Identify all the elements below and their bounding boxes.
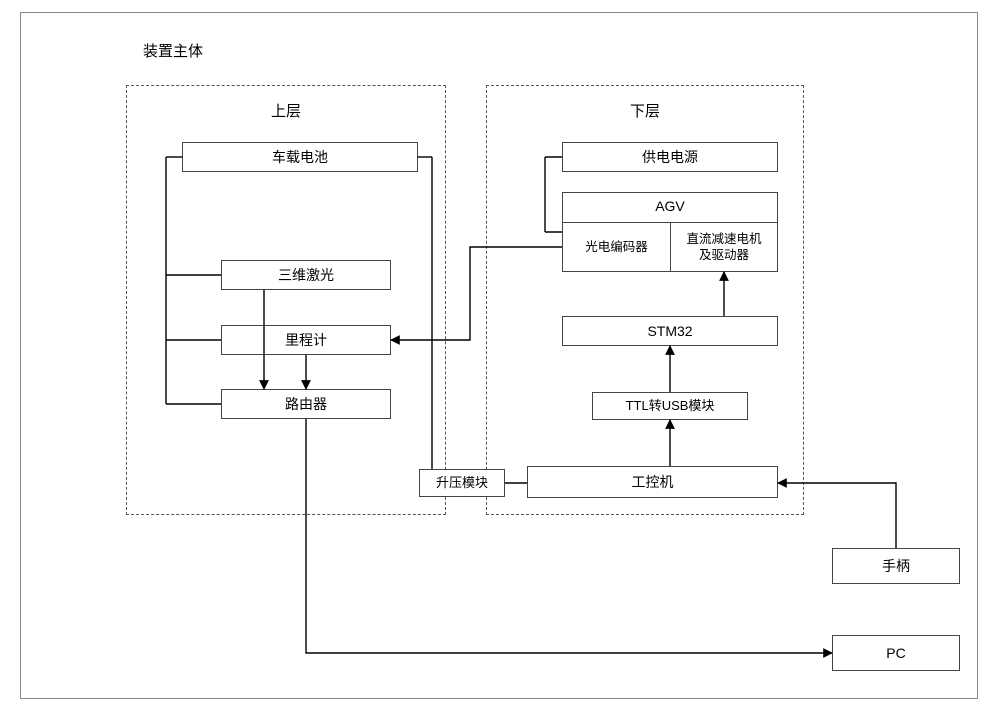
battery-node: 车载电池 bbox=[182, 142, 418, 172]
diagram-title: 装置主体 bbox=[143, 40, 203, 61]
odometer-node: 里程计 bbox=[221, 325, 391, 355]
ipc-node: 工控机 bbox=[527, 466, 778, 498]
ttl-usb-node: TTL转USB模块 bbox=[592, 392, 748, 420]
lower-layer-title: 下层 bbox=[487, 100, 803, 121]
upper-layer-title: 上层 bbox=[127, 100, 445, 121]
boost-module-node: 升压模块 bbox=[419, 469, 505, 497]
pc-node: PC bbox=[832, 635, 960, 671]
power-supply-node: 供电电源 bbox=[562, 142, 778, 172]
encoder-node: 光电编码器 bbox=[562, 222, 670, 272]
agv-label: AGV bbox=[655, 193, 685, 215]
lidar3d-node: 三维激光 bbox=[221, 260, 391, 290]
stm32-node: STM32 bbox=[562, 316, 778, 346]
router-node: 路由器 bbox=[221, 389, 391, 419]
motor-driver-node: 直流减速电机 及驱动器 bbox=[670, 222, 778, 272]
handle-node: 手柄 bbox=[832, 548, 960, 584]
